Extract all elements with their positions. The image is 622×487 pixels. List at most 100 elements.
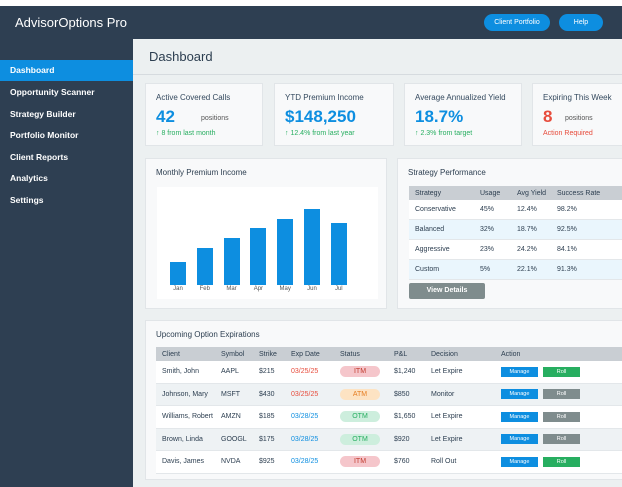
action-cell: Manage Roll [501,383,622,406]
chart-bar [250,228,267,285]
monthly-premium-panel: Monthly Premium Income Jan Feb Mar Apr May Ju… [145,158,387,309]
column-header: Client [156,347,221,361]
client-portfolio-button[interactable]: Client Portfolio [484,14,550,31]
strategy-yield: 24.2% [517,239,557,260]
sidebar-item-strategy-builder[interactable]: Strategy Builder [0,104,133,125]
strategy-usage: 5% [480,259,517,280]
column-header: Status [340,347,394,361]
manage-button[interactable]: Manage [501,411,538,422]
chart-bar [223,238,240,285]
strike: $175 [259,428,291,451]
stat-card-active-calls: Active Covered Calls 42 positions ↑ 8 fr… [145,83,263,146]
strategy-usage: 32% [480,219,517,240]
panel-title: Monthly Premium Income [156,168,247,177]
symbol: NVDA [221,450,259,474]
status-cell: ITM [340,361,394,384]
pnl: $1,650 [394,405,431,429]
manage-button[interactable]: Manage [501,366,538,377]
x-tick-label: Jan [173,286,183,292]
column-header: Avg Yield [517,186,557,200]
sidebar-item-opportunity-scanner[interactable]: Opportunity Scanner [0,82,133,103]
action-cell: Manage Roll [501,405,622,429]
strategy-name: Custom [409,259,480,280]
stat-trend: Action Required [543,130,593,137]
table-row: Johnson, Mary MSFT $430 03/25/25 ATM $850 Moni… [156,383,622,406]
action-cell: Manage Roll [501,428,622,451]
stat-value: 8 [543,107,553,126]
status-badge: OTM [340,433,380,445]
manage-button[interactable]: Manage [501,456,538,467]
help-button[interactable]: Help [559,14,603,31]
roll-button[interactable]: Roll [543,434,580,445]
manage-button[interactable]: Manage [501,389,538,400]
decision: Let Expire [431,428,501,451]
main-content: Dashboard Active Covered Calls 42 positi… [133,39,622,487]
x-tick-label: Feb [199,286,210,292]
table-row: Conservative 45% 12.4% 98.2% [409,200,622,220]
top-bar: AdvisorOptions Pro Client Portfolio Help [0,6,622,39]
title-divider [133,74,622,75]
chart-bar [196,247,213,285]
strategy-performance-panel: Strategy Performance Strategy Usage Avg … [397,158,622,309]
stat-card-annualized-yield: Average Annualized Yield 18.7% ↑ 2.3% fr… [404,83,522,146]
column-header: Action [501,347,622,361]
roll-button[interactable]: Roll [543,411,580,422]
stat-trend: ↑ 2.3% from target [415,130,473,137]
x-tick-label: Mar [226,286,237,292]
sidebar-item-dashboard[interactable]: Dashboard [0,60,133,81]
status-cell: OTM [340,405,394,429]
column-header: Strike [259,347,291,361]
status-badge: OTM [340,411,380,423]
strike: $925 [259,450,291,474]
sidebar-item-portfolio-monitor[interactable]: Portfolio Monitor [0,125,133,146]
upcoming-expirations-panel: Upcoming Option Expirations Client Symbo… [145,320,622,480]
roll-button[interactable]: Roll [543,389,580,400]
x-tick-label: Jul [334,286,343,292]
column-header: Usage [480,186,517,200]
client-name: Johnson, Mary [156,383,221,406]
strategy-success: 91.3% [557,259,622,280]
strategy-success: 92.5% [557,219,622,240]
stat-label: Expiring This Week [543,93,612,102]
strike: $430 [259,383,291,406]
sidebar-item-analytics[interactable]: Analytics [0,168,133,189]
sidebar-item-settings[interactable]: Settings [0,190,133,211]
stat-label: Active Covered Calls [156,93,231,102]
sidebar: Dashboard Opportunity Scanner Strategy B… [0,39,133,487]
roll-button[interactable]: Roll [543,456,580,467]
panel-title: Strategy Performance [408,168,486,177]
stat-value: 18.7% [415,107,464,126]
strategy-usage: 23% [480,239,517,260]
sidebar-item-client-reports[interactable]: Client Reports [0,147,133,168]
table-row: Aggressive 23% 24.2% 84.1% [409,239,622,260]
view-details-button[interactable]: View Details [409,283,485,299]
manage-button[interactable]: Manage [501,434,538,445]
expirations-table: Client Symbol Strike Exp Date Status P&L… [156,347,622,474]
client-name: Williams, Robert [156,405,221,429]
client-name: Smith, John [156,361,221,384]
symbol: AAPL [221,361,259,384]
exp-date: 03/28/25 [291,428,340,451]
table-row: Balanced 32% 18.7% 92.5% [409,219,622,240]
roll-button[interactable]: Roll [543,366,580,377]
decision: Let Expire [431,361,501,384]
app-title: AdvisorOptions Pro [15,15,127,30]
stat-unit: positions [565,115,593,122]
status-cell: ATM [340,383,394,406]
monthly-premium-chart: Jan Feb Mar Apr May Jun Jul [157,187,378,299]
chart-bar [170,261,186,285]
decision: Monitor [431,383,501,406]
stat-label: Average Annualized Yield [415,93,506,102]
status-badge: ATM [340,388,380,400]
table-row: Custom 5% 22.1% 91.3% [409,259,622,280]
stat-trend: ↑ 8 from last month [156,130,216,137]
column-header: Success Rate [557,186,622,200]
panel-title: Upcoming Option Expirations [156,330,260,339]
table-row: Smith, John AAPL $215 03/25/25 ITM $1,240 Let … [156,361,622,384]
table-row: Davis, James NVDA $925 03/28/25 ITM $760 Roll … [156,450,622,474]
pnl: $850 [394,383,431,406]
column-header: P&L [394,347,431,361]
client-name: Davis, James [156,450,221,474]
strategy-yield: 12.4% [517,200,557,220]
column-header: Strategy [409,186,480,200]
